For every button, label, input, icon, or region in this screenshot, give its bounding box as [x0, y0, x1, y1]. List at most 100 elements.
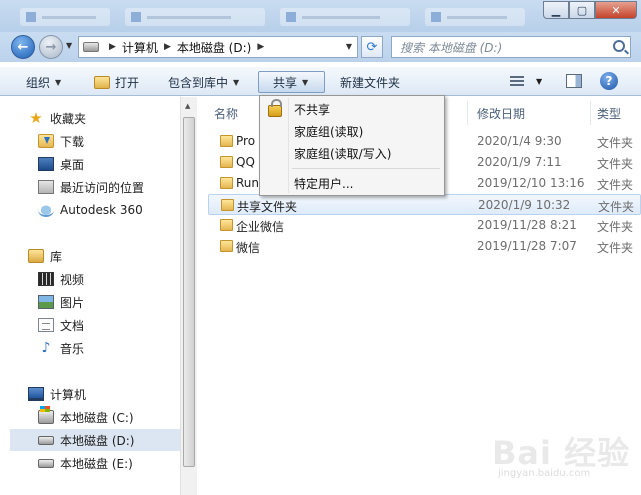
background-tab[interactable]	[425, 8, 525, 26]
background-tab[interactable]	[125, 8, 265, 26]
sidebar-item-label: 计算机	[50, 387, 87, 402]
file-type: 文件夹	[597, 178, 634, 192]
chevron-down-icon[interactable]: ▼	[346, 42, 352, 51]
file-name: 微信	[236, 241, 261, 255]
scrollbar-thumb[interactable]	[183, 117, 195, 467]
new-folder-button[interactable]: 新建文件夹	[334, 71, 406, 93]
menu-item-specific-people[interactable]: 特定用户...	[262, 172, 442, 194]
include-in-library-button[interactable]: 包含到库中 ▼	[162, 71, 245, 93]
command-bar: 组织 ▼ 打开 包含到库中 ▼ 共享 ▼ 新建文件夹 ▼ ?	[0, 66, 641, 96]
drive-icon	[38, 435, 54, 445]
drive-icon	[83, 42, 99, 52]
table-row[interactable]: 微信 2019/11/28 7:07 文件夹	[208, 236, 641, 257]
file-modified: 2020/1/4 9:30	[477, 134, 562, 148]
organize-button[interactable]: 组织 ▼	[20, 71, 67, 93]
sidebar-item-label: 库	[50, 249, 63, 264]
sidebar-item-label: Autodesk 360	[60, 203, 143, 217]
navigation-scrollbar[interactable]: ▲	[180, 97, 197, 495]
file-type: 文件夹	[598, 200, 635, 214]
search-icon[interactable]	[613, 40, 625, 52]
documents-icon	[38, 318, 54, 332]
file-modified: 2019/12/10 13:16	[477, 176, 585, 190]
share-menu: 不共享 家庭组(读取) 家庭组(读取/写入) 特定用户...	[259, 95, 445, 196]
back-button[interactable]: ←	[11, 35, 35, 59]
chevron-right-icon[interactable]: ▶	[164, 42, 171, 52]
sidebar-item-libraries[interactable]: 库	[28, 245, 198, 267]
sidebar-item-label: 视频	[60, 272, 85, 287]
column-header-label: 修改日期	[477, 106, 526, 121]
folder-icon	[220, 156, 233, 168]
arrow-left-icon: ←	[17, 39, 29, 55]
column-header-modified[interactable]: 修改日期	[471, 101, 591, 125]
breadcrumb-drive-d[interactable]: 本地磁盘 (D:)	[177, 39, 251, 56]
sidebar-item-label: 下载	[60, 134, 85, 149]
sidebar-item-label: 本地磁盘 (E:)	[60, 456, 133, 471]
search-input[interactable]: 搜索 本地磁盘 (D:)	[391, 36, 631, 58]
forward-button[interactable]: →	[39, 35, 63, 59]
download-folder-icon	[38, 134, 54, 148]
sidebar-item-favorites[interactable]: ★ 收藏夹	[28, 107, 198, 129]
chevron-down-icon: ▼	[55, 77, 62, 87]
minimize-icon: ▁	[551, 3, 561, 17]
lock-icon	[268, 99, 282, 117]
sidebar-item-label: 本地磁盘 (C:)	[60, 410, 134, 425]
chevron-down-icon[interactable]: ▼	[536, 77, 542, 86]
menu-item-label: 家庭组(读取)	[294, 124, 364, 139]
file-modified: 2020/1/9 10:32	[478, 198, 571, 212]
column-header-label: 名称	[214, 106, 239, 121]
breadcrumb-computer[interactable]: 计算机	[122, 39, 158, 56]
background-tab[interactable]	[20, 8, 110, 26]
preview-pane-icon[interactable]	[566, 74, 582, 88]
file-name: 共享文件夹	[237, 200, 298, 214]
computer-icon	[28, 387, 44, 401]
folder-icon	[220, 177, 233, 189]
background-tab[interactable]	[280, 8, 410, 26]
baidu-jingyan-watermark: Bai 经验 jingyan.baidu.com	[492, 428, 641, 488]
table-row[interactable]: 共享文件夹 2020/1/9 10:32 文件夹	[208, 194, 641, 215]
chevron-down-icon: ▼	[302, 77, 309, 87]
close-icon: ✕	[611, 3, 621, 17]
recent-places-icon	[38, 180, 54, 194]
file-type: 文件夹	[597, 241, 634, 255]
help-icon[interactable]: ?	[600, 72, 618, 90]
pictures-icon	[38, 295, 54, 309]
menu-separator	[292, 168, 440, 169]
chevron-right-icon[interactable]: ▶	[257, 42, 264, 52]
refresh-button[interactable]: ⟳	[361, 36, 383, 58]
file-modified: 2019/11/28 8:21	[477, 218, 577, 232]
scroll-up-icon[interactable]: ▲	[185, 102, 190, 110]
sidebar-item-label: 最近访问的位置	[60, 180, 145, 195]
sidebar-item-drive-d[interactable]: 本地磁盘 (D:)	[10, 429, 180, 451]
file-type: 文件夹	[597, 136, 634, 150]
sidebar-item-label: 收藏夹	[50, 111, 87, 126]
maximize-button[interactable]: ▢	[569, 1, 595, 19]
share-button[interactable]: 共享 ▼	[258, 71, 325, 93]
close-button[interactable]: ✕	[595, 1, 637, 19]
menu-item-label: 家庭组(读取/写入)	[294, 146, 392, 161]
chevron-right-icon[interactable]: ▶	[109, 42, 116, 52]
menu-item-homegroup-read[interactable]: 家庭组(读取)	[262, 120, 442, 142]
sidebar-item-label: 文档	[60, 318, 85, 333]
system-drive-icon	[38, 406, 54, 424]
recent-pages-dropdown[interactable]: ▼	[66, 41, 72, 50]
menu-item-no-sharing[interactable]: 不共享	[262, 98, 442, 120]
address-bar[interactable]: ▶ 计算机 ▶ 本地磁盘 (D:) ▶ ▼	[78, 36, 358, 58]
view-options-icon[interactable]	[510, 76, 524, 88]
sidebar-item-computer[interactable]: 计算机	[28, 383, 198, 405]
column-header-type[interactable]: 类型	[591, 101, 641, 125]
open-folder-icon	[94, 75, 110, 89]
star-icon: ★	[29, 109, 43, 127]
folder-icon	[221, 199, 234, 211]
refresh-icon: ⟳	[366, 39, 378, 55]
file-name: 企业微信	[236, 220, 285, 234]
file-type: 文件夹	[597, 157, 634, 171]
open-button[interactable]: 打开	[88, 71, 145, 93]
menu-item-homegroup-read-write[interactable]: 家庭组(读取/写入)	[262, 142, 442, 164]
table-row[interactable]: 企业微信 2019/11/28 8:21 文件夹	[208, 215, 641, 236]
cloud-icon	[38, 203, 54, 217]
search-placeholder: 搜索 本地磁盘 (D:)	[400, 40, 503, 55]
menu-item-label: 不共享	[294, 102, 331, 117]
minimize-button[interactable]: ▁	[543, 1, 569, 19]
file-name: Run	[236, 176, 260, 190]
video-icon	[38, 272, 54, 286]
